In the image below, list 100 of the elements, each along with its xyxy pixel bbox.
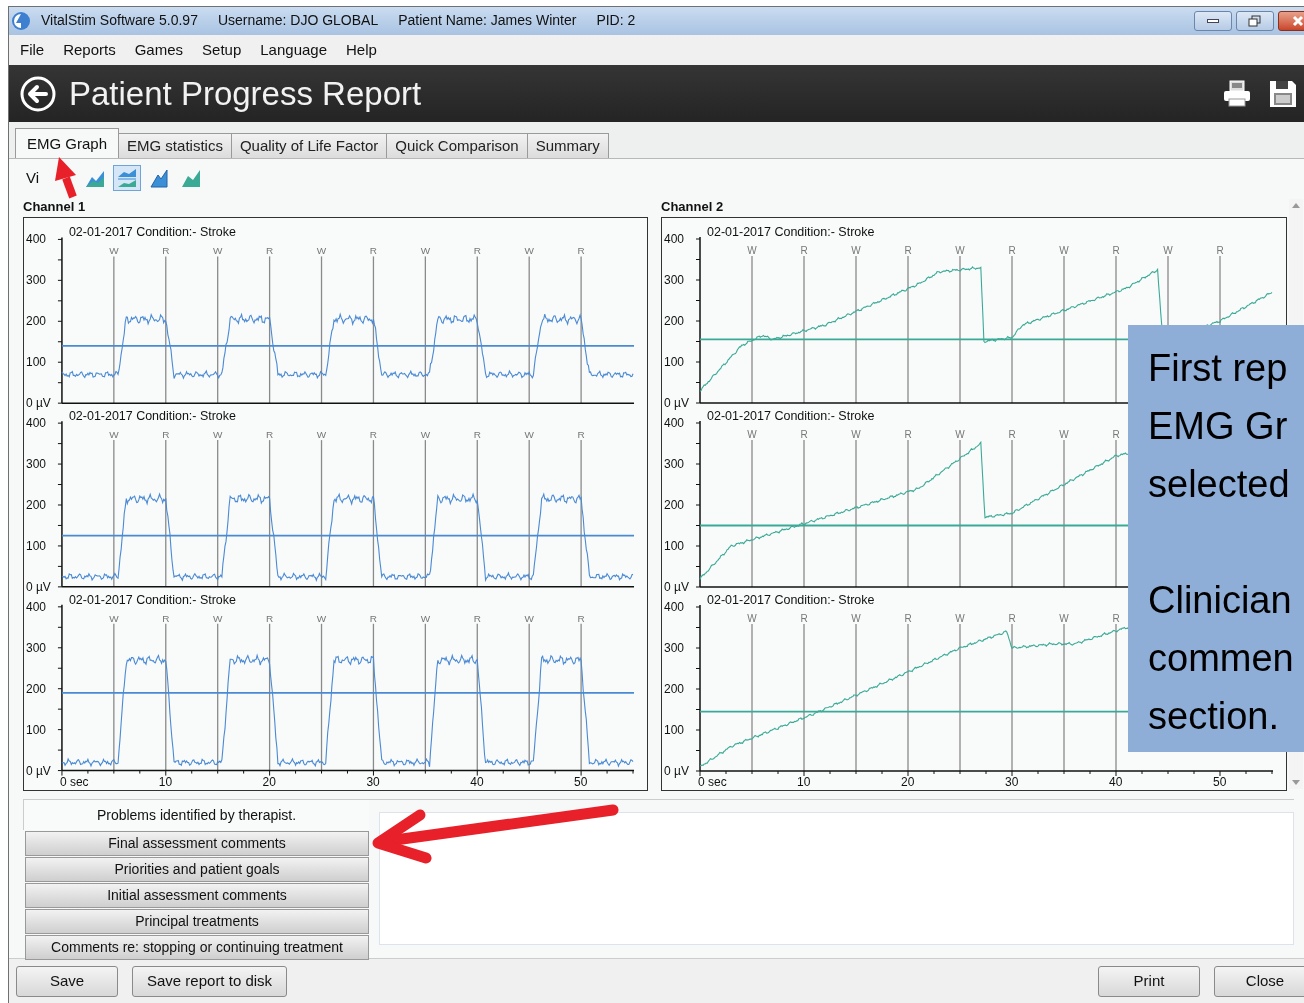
marker-label: R xyxy=(369,245,378,257)
tab[interactable]: Summary xyxy=(526,133,609,159)
marker-label: W xyxy=(109,245,119,257)
comment-category[interactable]: Priorities and patient goals xyxy=(25,857,369,883)
marker-label: R xyxy=(1008,613,1016,625)
comment-category[interactable]: Final assessment comments xyxy=(25,831,369,857)
marker-label: W xyxy=(213,613,223,625)
axis-label: 100 xyxy=(26,722,46,737)
axis-label: 30 xyxy=(366,774,380,789)
printer-icon[interactable] xyxy=(1222,78,1252,109)
axis-label: 400 xyxy=(26,416,46,431)
action-button[interactable]: Close xyxy=(1214,965,1304,997)
marker-label: W xyxy=(109,429,119,441)
tab[interactable]: Quick Comparison xyxy=(386,133,528,159)
restore-button[interactable] xyxy=(1236,10,1274,31)
axis-label: 40 xyxy=(1109,775,1123,790)
chart-view-button[interactable] xyxy=(113,165,142,192)
axis-label: 300 xyxy=(26,273,46,288)
marker-label: W xyxy=(420,245,431,257)
axis-label: 0 µV xyxy=(664,396,689,411)
view-label: Vi xyxy=(26,167,40,188)
marker-label: R xyxy=(577,429,585,441)
axis-label: 0 µV xyxy=(664,580,689,595)
axis-label: 400 xyxy=(26,600,46,615)
callout-text: Clinician xyxy=(1148,578,1293,623)
channel-label: Channel 2 xyxy=(661,199,725,217)
comment-field[interactable] xyxy=(379,812,1294,946)
axis-label: 100 xyxy=(26,355,46,370)
marker-label: W xyxy=(851,613,861,625)
axis-label: 0 µV xyxy=(26,580,51,595)
axis-label: 300 xyxy=(664,273,685,288)
marker-label: W xyxy=(420,429,431,441)
area-chart-icon xyxy=(116,167,139,190)
marker-label: R xyxy=(1112,245,1120,257)
axis-label: 10 xyxy=(797,775,811,790)
axis-label: 20 xyxy=(262,774,276,789)
marker-label: W xyxy=(1163,245,1173,257)
tab[interactable]: EMG Graph xyxy=(15,128,120,160)
axis-label: 200 xyxy=(26,498,46,513)
axis-label: 0 µV xyxy=(664,764,689,779)
scroll-up-icon[interactable] xyxy=(1292,203,1300,209)
marker-label: W xyxy=(524,429,534,441)
app-icon xyxy=(11,10,31,31)
axis-label: 200 xyxy=(664,498,685,513)
minimize-button[interactable] xyxy=(1194,10,1232,31)
marker-label: W xyxy=(955,613,965,625)
axis-label: 100 xyxy=(26,539,46,554)
menu-item[interactable]: Games xyxy=(134,38,184,62)
comment-category[interactable]: Comments re: stopping or continuing treatment xyxy=(25,935,369,961)
callout-text: First rep xyxy=(1148,346,1289,391)
marker-label: R xyxy=(162,613,170,625)
marker-label: R xyxy=(473,429,481,441)
marker-label: W xyxy=(747,429,757,441)
callout-text: commen xyxy=(1148,636,1295,681)
window-title: VitalStim Software 5.0.97 xyxy=(41,11,198,31)
close-icon xyxy=(1292,14,1304,27)
window-title: PID: 2 xyxy=(596,11,636,31)
area-chart-icon xyxy=(148,167,171,190)
action-button[interactable]: Save report to disk xyxy=(132,965,288,997)
menu-item[interactable]: Help xyxy=(346,38,377,62)
marker-label: R xyxy=(577,613,585,625)
marker-label: W xyxy=(316,429,327,441)
scroll-down-icon[interactable] xyxy=(1292,780,1300,786)
axis-label: 200 xyxy=(26,681,46,696)
marker-label: R xyxy=(266,613,274,625)
menu-item[interactable]: Reports xyxy=(63,38,116,62)
window-title: Username: DJO GLOBAL xyxy=(217,11,379,31)
callout-text: selected xyxy=(1148,462,1291,507)
marker-label: R xyxy=(577,245,585,257)
menu-item[interactable]: File xyxy=(20,38,45,62)
axis-label: 0 sec xyxy=(59,774,89,789)
marker-label: W xyxy=(851,245,861,257)
restore-icon xyxy=(1248,14,1262,27)
axis-label: 400 xyxy=(664,416,685,431)
comment-category[interactable]: Principal treatments xyxy=(25,909,369,935)
action-button[interactable]: Print xyxy=(1098,965,1200,997)
axis-label: 200 xyxy=(664,682,685,697)
axis-label: 200 xyxy=(26,314,46,329)
marker-label: W xyxy=(955,429,965,441)
marker-label: W xyxy=(316,245,327,257)
back-icon[interactable] xyxy=(20,75,56,112)
axis-label: 100 xyxy=(664,539,685,554)
marker-label: W xyxy=(213,245,223,257)
arrow xyxy=(55,157,77,199)
menu-item[interactable]: Setup xyxy=(202,38,242,62)
axis-label: 100 xyxy=(664,723,685,738)
plot-title: 02-01-2017 Condition:- Stroke xyxy=(68,225,236,240)
action-button[interactable]: Save xyxy=(16,965,118,997)
axis-label: 50 xyxy=(574,774,588,789)
comment-category[interactable]: Initial assessment comments xyxy=(25,883,369,909)
marker-label: R xyxy=(266,245,274,257)
save-icon[interactable] xyxy=(1268,78,1298,109)
axis-label: 50 xyxy=(1213,775,1227,790)
tab[interactable]: EMG statistics xyxy=(118,133,232,159)
marker-label: R xyxy=(1112,429,1120,441)
axis-label: 400 xyxy=(26,232,46,247)
tab[interactable]: Quality of Life Factor xyxy=(230,133,388,159)
menu-item[interactable]: Language xyxy=(260,38,327,62)
marker-label: W xyxy=(316,613,327,625)
marker-label: R xyxy=(162,429,170,441)
